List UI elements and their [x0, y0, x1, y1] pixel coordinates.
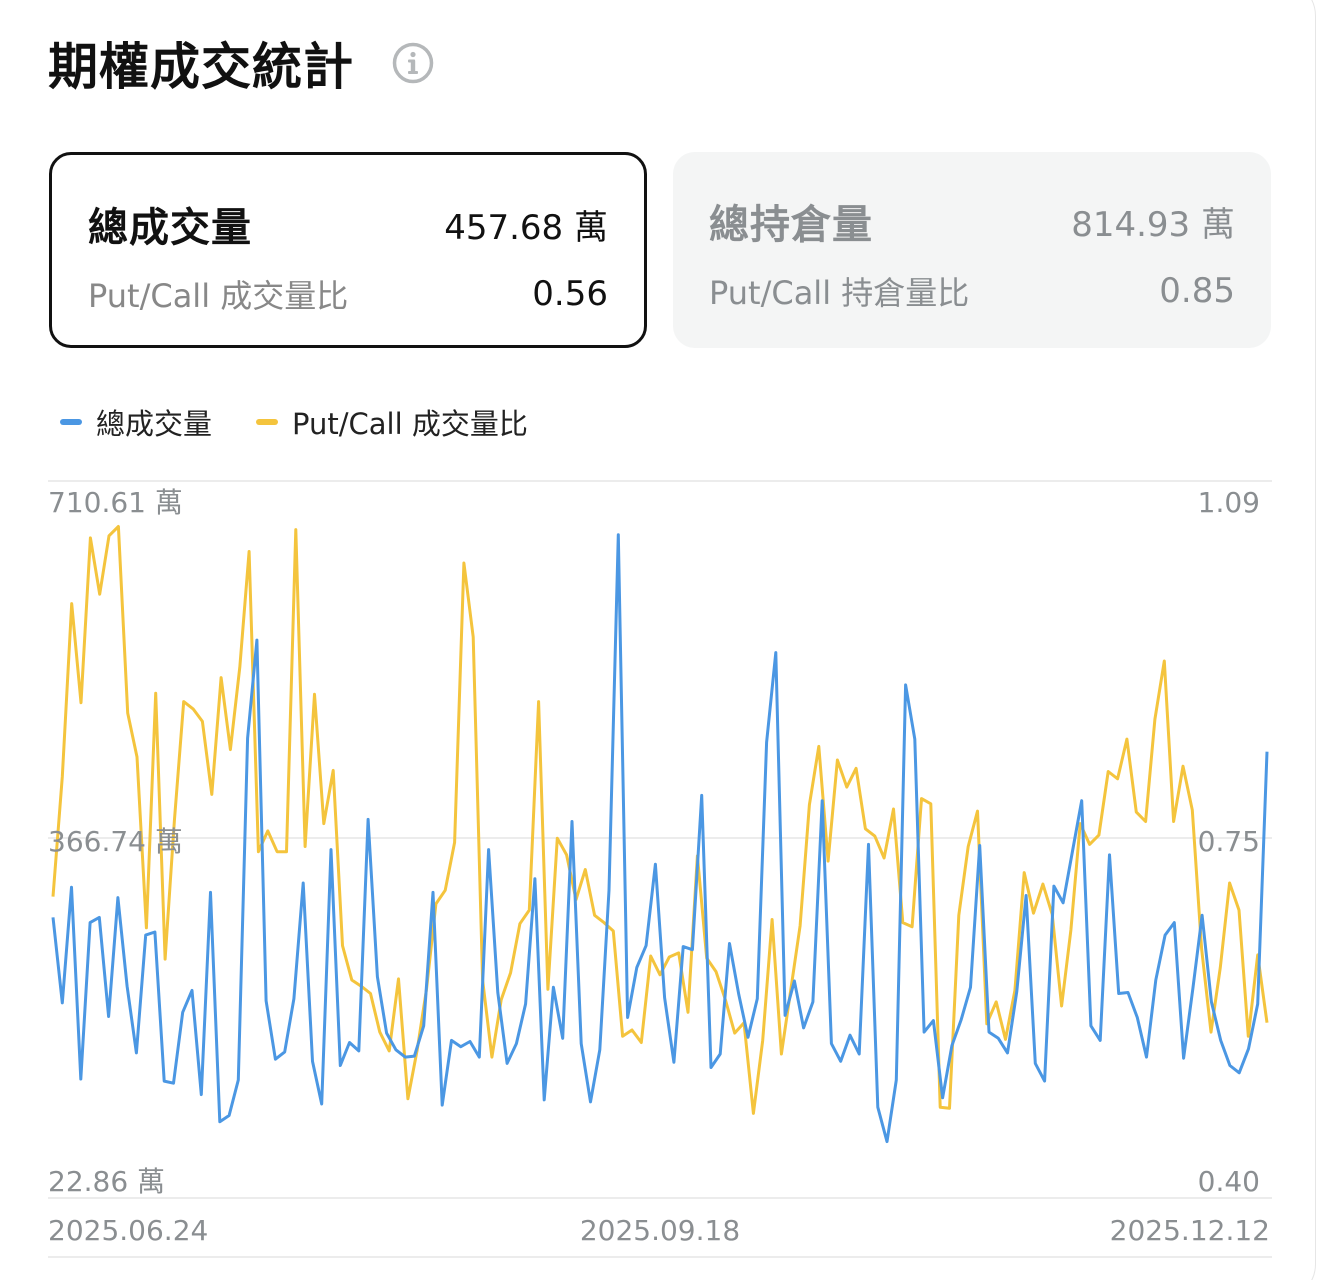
- legend-item-ratio[interactable]: Put/Call 成交量比: [256, 401, 528, 443]
- open-interest-value: 814.93 萬: [1071, 204, 1235, 245]
- series-line-put-call-ratio: [51, 525, 1269, 1115]
- x-tick-start: 2025.06.24: [48, 1214, 208, 1247]
- y-left-tick-top: 710.61 萬: [48, 486, 183, 519]
- volume-label: 總成交量: [88, 205, 252, 251]
- x-tick-middle: 2025.09.18: [580, 1214, 740, 1247]
- page-title: 期權成交統計: [48, 38, 354, 96]
- legend-label-volume: 總成交量: [96, 407, 213, 441]
- legend-label-ratio: Put/Call 成交量比: [292, 407, 528, 441]
- legend-item-volume[interactable]: 總成交量: [60, 401, 212, 443]
- open-interest-label: 總持倉量: [709, 202, 873, 248]
- volume-value: 457.68 萬: [444, 207, 608, 248]
- volume-ratio-value: 0.56: [532, 274, 608, 314]
- header: 期權成交統計: [48, 28, 434, 98]
- open-interest-ratio-value: 0.85: [1159, 271, 1235, 311]
- y-right-tick-top: 1.09: [1198, 486, 1260, 519]
- y-right-tick-bottom: 0.40: [1198, 1165, 1260, 1198]
- open-interest-stat-card[interactable]: 總持倉量 814.93 萬 Put/Call 持倉量比 0.85: [673, 152, 1271, 348]
- legend-swatch-ratio: [256, 419, 279, 425]
- y-left-tick-middle: 366.74 萬: [48, 825, 183, 858]
- volume-ratio-label: Put/Call 成交量比: [88, 277, 349, 315]
- volume-stat-card[interactable]: 總成交量 457.68 萬 Put/Call 成交量比 0.56: [49, 152, 647, 348]
- legend-swatch-volume: [60, 419, 82, 425]
- options-volume-chart[interactable]: 710.61 萬 366.74 萬 22.86 萬 1.09 0.75 0.40…: [0, 470, 1320, 1270]
- open-interest-ratio-label: Put/Call 持倉量比: [709, 274, 970, 312]
- x-tick-end: 2025.12.12: [1110, 1214, 1270, 1247]
- info-icon[interactable]: [392, 42, 434, 84]
- y-right-tick-middle: 0.75: [1198, 825, 1260, 858]
- chart-legend: 總成交量 Put/Call 成交量比: [60, 400, 572, 444]
- y-left-tick-bottom: 22.86 萬: [48, 1165, 165, 1198]
